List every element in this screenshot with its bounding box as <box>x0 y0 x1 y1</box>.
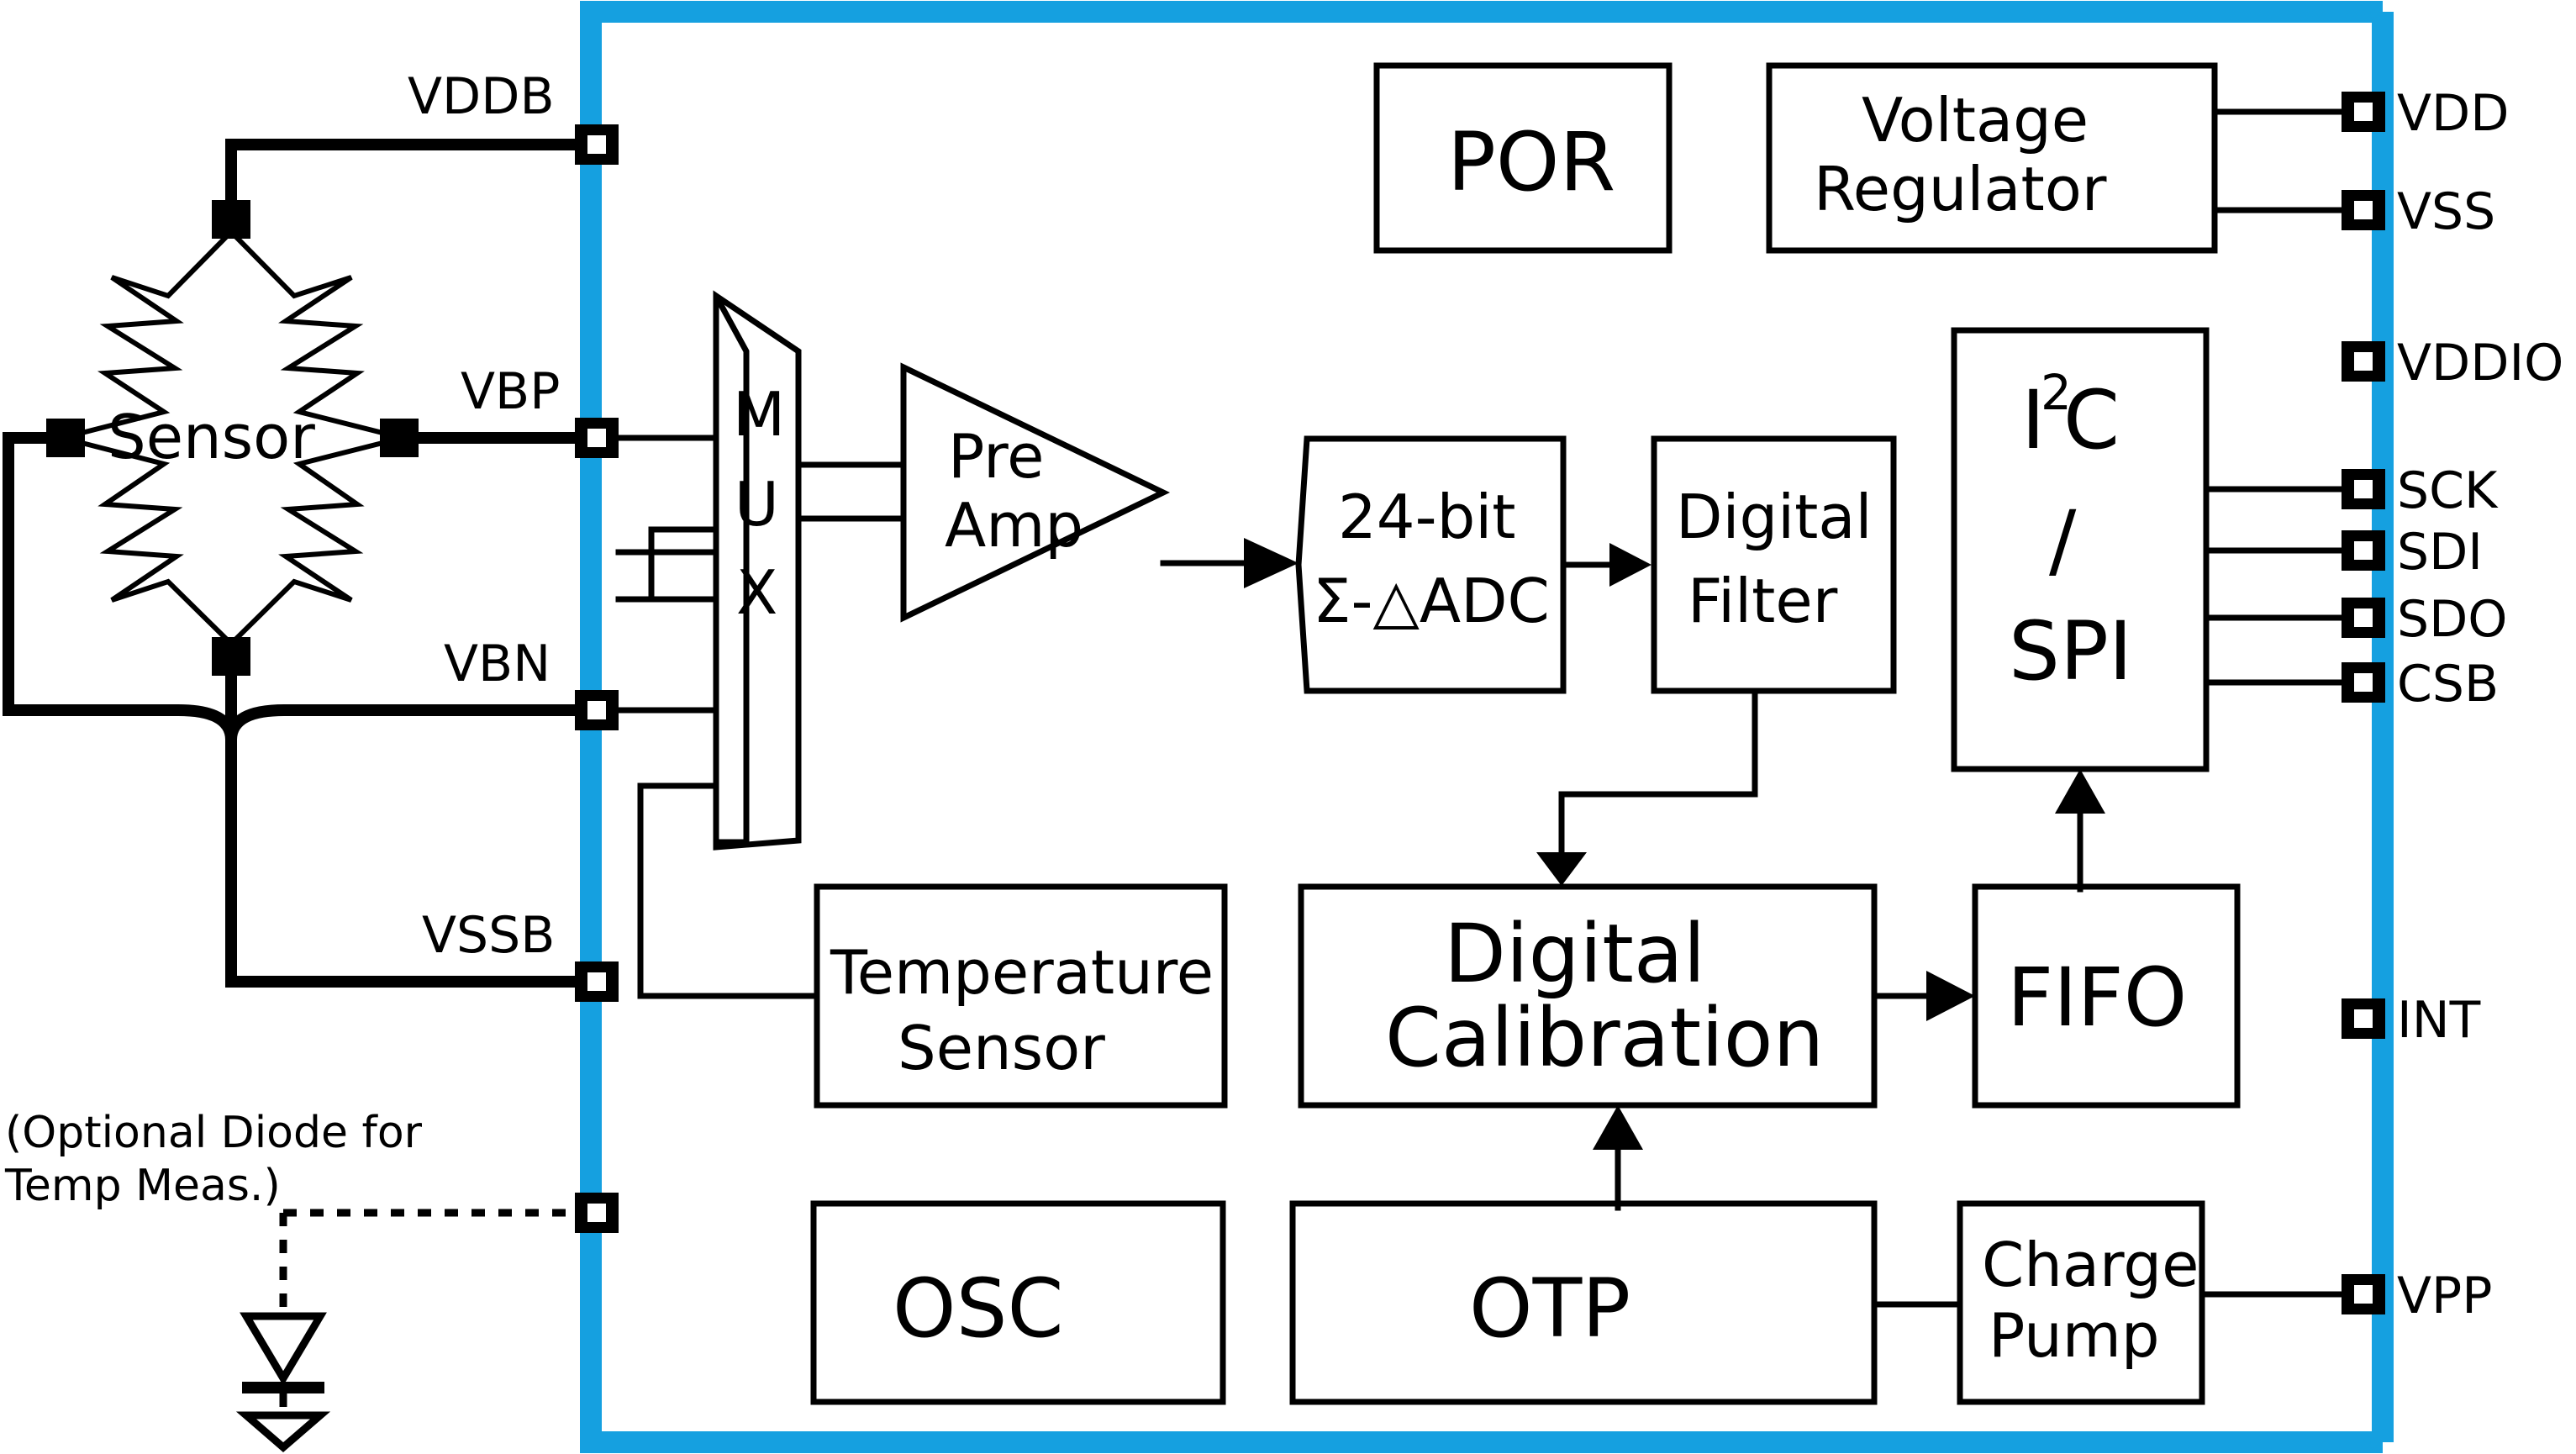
digital-filter-label-line1: Digital <box>1676 482 1873 552</box>
pin-label-vddio: VDDIO <box>2397 334 2563 392</box>
temperature-sensor-label-line1: Temperature <box>830 937 1214 1008</box>
arrowhead-preamp-to-adc <box>1244 538 1299 588</box>
temperature-sensor-label-line2: Sensor <box>898 1013 1105 1083</box>
digital-calibration-label-line2: Calibration <box>1385 991 1824 1085</box>
pin-pad-vddb-hole <box>587 135 606 154</box>
pin-pad-vssb-hole <box>587 972 606 991</box>
pin-pad-vpp-hole <box>2354 1285 2373 1304</box>
pin-label-sck: SCK <box>2397 461 2499 520</box>
pin-label-vss: VSS <box>2397 182 2495 241</box>
adc-label-line1: 24-bit <box>1338 482 1516 552</box>
pin-label-int: INT <box>2397 991 2481 1050</box>
wire-vddb <box>225 139 586 206</box>
mux-label-u: U <box>735 469 779 540</box>
wire-filter-to-calibration <box>1558 687 1758 861</box>
preamp-label-line2: Amp <box>945 490 1083 561</box>
osc-label: OSC <box>893 1262 1064 1356</box>
digital-filter-label-line2: Filter <box>1688 566 1838 636</box>
fifo-label: FIFO <box>2007 951 2187 1045</box>
diagram-svg: Sensor (Optional Diode for Temp Meas.) V… <box>3 1 2563 1453</box>
pin-label-csb: CSB <box>2397 655 2499 714</box>
diode-symbol <box>240 1312 327 1386</box>
pin-label-vpp: VPP <box>2397 1267 2492 1325</box>
pin-pad-vbn-hole <box>587 701 606 719</box>
pin-label-sdo: SDO <box>2397 590 2508 649</box>
diode-cathode-bar <box>242 1382 324 1393</box>
voltage-regulator-label-line2: Regulator <box>1814 154 2107 224</box>
mux-label-m: M <box>733 379 785 450</box>
pin-label-sdi: SDI <box>2397 523 2483 582</box>
arrowhead-filter-to-calibration <box>1536 852 1587 886</box>
preamp-label-line1: Pre <box>948 421 1044 492</box>
pin-label-vbp: VBP <box>461 362 560 421</box>
otp-label: OTP <box>1469 1262 1630 1356</box>
arrowhead-adc-to-filter <box>1609 543 1651 587</box>
digital-calibration-label-line1: Digital <box>1444 907 1705 1001</box>
pin-pad-sdi-hole <box>2354 541 2373 560</box>
pin-pad-int-hole <box>2354 1009 2373 1028</box>
pin-label-vbn: VBN <box>444 635 550 693</box>
adc-block[interactable] <box>1295 435 1567 694</box>
wire-mux-to-temp-sensor <box>637 782 820 999</box>
wire-bridge-left-down <box>3 432 71 716</box>
pin-pad-csb-hole <box>2354 673 2373 692</box>
voltage-regulator-label-line1: Voltage <box>1862 85 2089 155</box>
pin-label-vdd: VDD <box>2397 84 2509 143</box>
optional-diode-note-line1: (Optional Diode for <box>5 1108 423 1158</box>
adc-label-line2: Σ-△ADC <box>1313 566 1550 636</box>
charge-pump-label-line1: Charge <box>1982 1230 2199 1300</box>
chip-boundary <box>580 1 2383 1453</box>
pin-label-vssb: VSSB <box>422 906 555 965</box>
digital-filter-block[interactable] <box>1651 435 1897 694</box>
ground-symbol <box>235 1411 331 1452</box>
arrowhead-calibration-to-fifo <box>1926 971 1975 1021</box>
sensor-label: Sensor <box>108 402 315 472</box>
serial-interface-label-spi: SPI <box>2009 604 2132 698</box>
serial-interface-label-c: C <box>2063 373 2120 467</box>
pin-pad-vddio-hole <box>2354 352 2373 371</box>
wire-vbn <box>3 704 586 740</box>
charge-pump-label-line2: Pump <box>1989 1300 2160 1371</box>
pin-pad-vbp-hole <box>587 429 606 447</box>
por-label: POR <box>1447 115 1615 209</box>
pin-pad-diode-hole <box>587 1204 606 1222</box>
serial-interface-label-slash: / <box>2049 493 2077 587</box>
block-diagram-canvas: Sensor (Optional Diode for Temp Meas.) V… <box>0 0 2576 1454</box>
pin-pad-vdd-hole <box>2354 103 2373 121</box>
pin-pad-sdo-hole <box>2354 608 2373 627</box>
mux-input-stub <box>648 526 719 603</box>
optional-diode-note-line2: Temp Meas.) <box>4 1161 281 1211</box>
pin-label-vddb: VDDB <box>408 67 555 126</box>
pin-pad-vss-hole <box>2354 201 2373 219</box>
arrowhead-otp-to-calibration <box>1593 1105 1643 1150</box>
arrowhead-fifo-to-serial <box>2055 769 2105 814</box>
pin-pad-sck-hole <box>2354 480 2373 498</box>
mux-label-x: X <box>736 557 777 628</box>
